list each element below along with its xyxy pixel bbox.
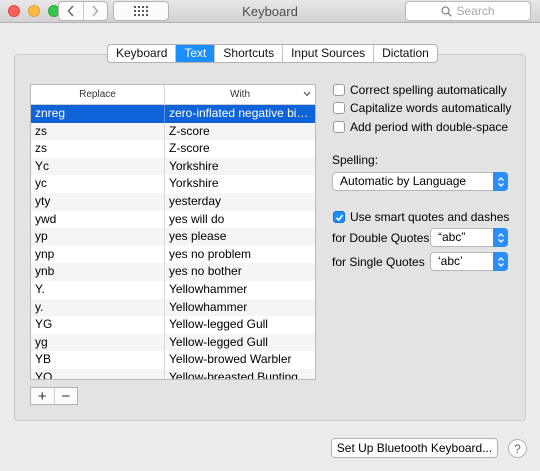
checkbox-box[interactable] bbox=[333, 121, 345, 133]
text-replacement-table[interactable]: Replace With znreg zero-inflated negative… bbox=[30, 84, 316, 380]
table-header: Replace With bbox=[31, 85, 315, 105]
double-quotes-popup[interactable]: “abc” bbox=[430, 228, 508, 247]
smart-quotes-checkbox[interactable]: Use smart quotes and dashes bbox=[333, 210, 509, 224]
tab-dictation[interactable]: Dictation bbox=[374, 45, 437, 62]
correct-spelling-checkbox[interactable]: Correct spelling automatically bbox=[333, 83, 507, 97]
table-row[interactable]: ynp yes no problem bbox=[31, 245, 315, 264]
table-row[interactable]: zs Z-score bbox=[31, 122, 315, 141]
table-row[interactable]: y. Yellowhammer bbox=[31, 298, 315, 317]
with-cell[interactable]: Yellow-breasted Bunting bbox=[165, 369, 315, 379]
chevron-down-icon bbox=[303, 91, 311, 97]
single-quotes-popup[interactable]: ‘abc’ bbox=[430, 252, 508, 271]
updown-arrows-icon bbox=[493, 172, 508, 191]
checkmark-icon bbox=[335, 214, 343, 221]
table-row[interactable]: yc Yorkshire bbox=[31, 175, 315, 193]
table-row[interactable]: ywd yes will do bbox=[31, 210, 315, 229]
replace-cell[interactable]: YB bbox=[31, 351, 165, 369]
correct-spelling-label: Correct spelling automatically bbox=[350, 83, 507, 97]
single-quotes-value: ‘abc’ bbox=[438, 254, 463, 268]
replace-cell[interactable]: y. bbox=[31, 298, 165, 317]
with-cell[interactable]: yes will do bbox=[165, 211, 315, 229]
checkbox-box[interactable] bbox=[333, 84, 345, 96]
with-cell[interactable]: yes please bbox=[165, 228, 315, 246]
spelling-popup[interactable]: Automatic by Language bbox=[332, 172, 508, 191]
add-remove-control: + − bbox=[30, 387, 78, 405]
table-row[interactable]: YB Yellow-browed Warbler bbox=[31, 351, 315, 369]
remove-button[interactable]: − bbox=[55, 388, 78, 405]
column-header-replace[interactable]: Replace bbox=[31, 85, 165, 104]
setup-bluetooth-keyboard-button[interactable]: Set Up Bluetooth Keyboard... bbox=[331, 438, 498, 458]
tab-bar: Keyboard Text Shortcuts Input Sources Di… bbox=[107, 44, 438, 63]
tab-input-sources[interactable]: Input Sources bbox=[283, 45, 375, 62]
replace-cell[interactable]: yc bbox=[31, 175, 165, 193]
title-bar: Keyboard Search bbox=[0, 0, 540, 23]
column-header-with-label: With bbox=[230, 89, 250, 100]
with-cell[interactable]: Yellowhammer bbox=[165, 299, 315, 317]
add-period-checkbox[interactable]: Add period with double-space bbox=[333, 120, 508, 134]
table-row[interactable]: YO Yellow-breasted Bunting bbox=[31, 368, 315, 379]
spelling-popup-value: Automatic by Language bbox=[340, 174, 467, 188]
replace-cell[interactable]: ynb bbox=[31, 263, 165, 281]
updown-arrows-icon bbox=[493, 228, 508, 247]
search-input[interactable]: Search bbox=[405, 1, 531, 21]
with-cell[interactable]: Yellowhammer bbox=[165, 281, 315, 299]
replace-cell[interactable]: zs bbox=[31, 122, 165, 141]
with-cell[interactable]: Z-score bbox=[165, 123, 315, 141]
capitalize-words-label: Capitalize words automatically bbox=[350, 101, 512, 115]
with-cell[interactable]: Yorkshire bbox=[165, 175, 315, 193]
table-row[interactable]: yp yes please bbox=[31, 228, 315, 246]
replace-cell[interactable]: ywd bbox=[31, 210, 165, 229]
table-row[interactable]: Yc Yorkshire bbox=[31, 157, 315, 176]
replace-cell[interactable]: zs bbox=[31, 140, 165, 158]
table-row[interactable]: yty yesterday bbox=[31, 192, 315, 211]
double-quotes-label: for Double Quotes bbox=[332, 231, 430, 245]
help-button[interactable]: ? bbox=[508, 439, 527, 458]
spelling-label: Spelling: bbox=[332, 153, 379, 167]
with-cell[interactable]: Yellow-legged Gull bbox=[165, 334, 315, 352]
with-cell[interactable]: zero-inflated negative bino... bbox=[165, 105, 315, 123]
with-cell[interactable]: yes no problem bbox=[165, 246, 315, 264]
replace-cell[interactable]: yp bbox=[31, 228, 165, 246]
checkbox-checked[interactable] bbox=[333, 211, 345, 223]
search-icon bbox=[441, 5, 453, 17]
replace-cell[interactable]: znreg bbox=[31, 105, 165, 123]
with-cell[interactable]: yes no bother bbox=[165, 263, 315, 281]
with-cell[interactable]: Z-score bbox=[165, 140, 315, 158]
replace-cell[interactable]: ynp bbox=[31, 245, 165, 264]
table-row[interactable]: yg Yellow-legged Gull bbox=[31, 333, 315, 352]
column-header-with[interactable]: With bbox=[165, 85, 315, 104]
capitalize-words-checkbox[interactable]: Capitalize words automatically bbox=[333, 101, 511, 115]
replace-cell[interactable]: YO bbox=[31, 368, 165, 379]
updown-arrows-icon bbox=[493, 252, 508, 271]
with-cell[interactable]: Yellow-browed Warbler bbox=[165, 351, 315, 369]
add-period-label: Add period with double-space bbox=[350, 120, 509, 134]
replace-cell[interactable]: Yc bbox=[31, 157, 165, 176]
tab-shortcuts[interactable]: Shortcuts bbox=[215, 45, 284, 62]
tab-text[interactable]: Text bbox=[176, 45, 216, 62]
table-body: znreg zero-inflated negative bino... zs Z-… bbox=[31, 105, 315, 379]
checkbox-box[interactable] bbox=[333, 102, 345, 114]
single-quotes-label: for Single Quotes bbox=[332, 255, 425, 269]
table-row[interactable]: Y. Yellowhammer bbox=[31, 280, 315, 299]
double-quotes-value: “abc” bbox=[438, 230, 466, 244]
with-cell[interactable]: yesterday bbox=[165, 193, 315, 211]
table-row[interactable]: zs Z-score bbox=[31, 140, 315, 158]
table-row[interactable]: ynb yes no bother bbox=[31, 263, 315, 281]
with-cell[interactable]: Yellow-legged Gull bbox=[165, 316, 315, 334]
add-button[interactable]: + bbox=[31, 388, 55, 405]
replace-cell[interactable]: Y. bbox=[31, 280, 165, 299]
table-row[interactable]: znreg zero-inflated negative bino... bbox=[31, 105, 315, 123]
column-header-replace-label: Replace bbox=[79, 89, 116, 100]
replace-cell[interactable]: YG bbox=[31, 316, 165, 334]
replace-cell[interactable]: yg bbox=[31, 333, 165, 352]
smart-quotes-label: Use smart quotes and dashes bbox=[350, 210, 510, 224]
table-row[interactable]: YG Yellow-legged Gull bbox=[31, 316, 315, 334]
replace-cell[interactable]: yty bbox=[31, 192, 165, 211]
search-placeholder: Search bbox=[456, 4, 495, 18]
tab-keyboard[interactable]: Keyboard bbox=[108, 45, 177, 62]
with-cell[interactable]: Yorkshire bbox=[165, 158, 315, 176]
